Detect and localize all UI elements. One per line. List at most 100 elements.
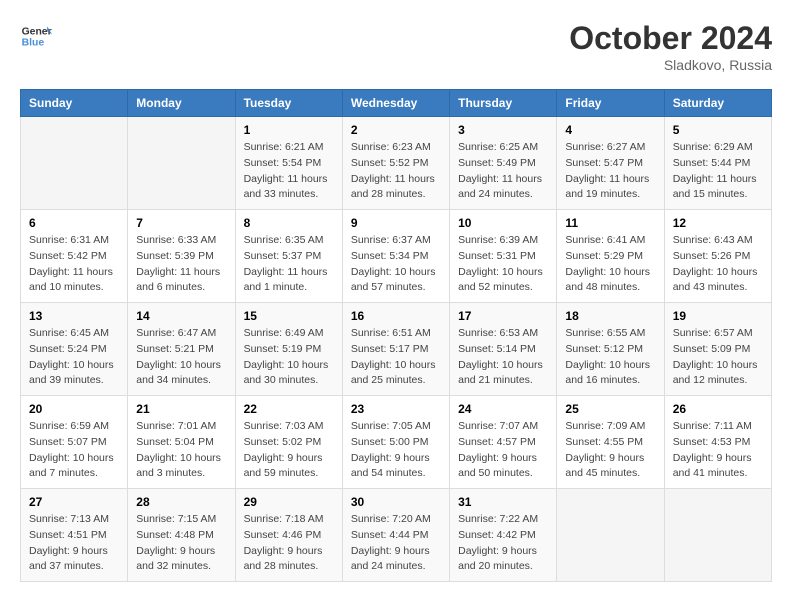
calendar-cell: 14 Sunrise: 6:47 AM Sunset: 5:21 PM Dayli…: [128, 303, 235, 396]
calendar-cell: 3Sunrise: 6:25 AM Sunset: 5:49 PM Daylig…: [450, 117, 557, 210]
day-info: Sunrise: 7:07 AM Sunset: 4:57 PM Dayligh…: [458, 419, 548, 482]
calendar-cell: 5 Sunrise: 6:29 AM Sunset: 5:44 PM Daylig…: [664, 117, 771, 210]
day-number: 9: [351, 216, 441, 230]
calendar-cell: 18 Sunrise: 6:55 AM Sunset: 5:12 PM Dayli…: [557, 303, 664, 396]
header-friday: Friday: [557, 90, 664, 117]
day-number: 20: [29, 402, 119, 416]
calendar-cell: 6 Sunrise: 6:31 AM Sunset: 5:42 PM Daylig…: [21, 210, 128, 303]
day-info: Sunrise: 6:29 AM Sunset: 5:44 PM Dayligh…: [673, 140, 763, 203]
day-info: Sunrise: 7:01 AM Sunset: 5:04 PM Dayligh…: [136, 419, 226, 482]
day-number: 6: [29, 216, 119, 230]
day-number: 1: [244, 123, 334, 137]
calendar-week-4: 20 Sunrise: 6:59 AM Sunset: 5:07 PM Dayli…: [21, 396, 772, 489]
header-saturday: Saturday: [664, 90, 771, 117]
day-info: Sunrise: 7:09 AM Sunset: 4:55 PM Dayligh…: [565, 419, 655, 482]
month-title: October 2024: [569, 20, 772, 57]
day-info: Sunrise: 6:37 AM Sunset: 5:34 PM Dayligh…: [351, 233, 441, 296]
day-info: Sunrise: 6:45 AM Sunset: 5:24 PM Dayligh…: [29, 326, 119, 389]
day-info: Sunrise: 6:43 AM Sunset: 5:26 PM Dayligh…: [673, 233, 763, 296]
svg-text:Blue: Blue: [22, 38, 45, 49]
logo-icon: General Blue: [20, 20, 52, 52]
calendar-cell: 26 Sunrise: 7:11 AM Sunset: 4:53 PM Dayli…: [664, 396, 771, 489]
day-info: Sunrise: 6:51 AM Sunset: 5:17 PM Dayligh…: [351, 326, 441, 389]
day-number: 23: [351, 402, 441, 416]
calendar-cell: 10 Sunrise: 6:39 AM Sunset: 5:31 PM Dayli…: [450, 210, 557, 303]
day-number: 17: [458, 309, 548, 323]
calendar-week-1: 1 Sunrise: 6:21 AM Sunset: 5:54 PM Daylig…: [21, 117, 772, 210]
day-number: 5: [673, 123, 763, 137]
day-number: 25: [565, 402, 655, 416]
calendar-cell: 16 Sunrise: 6:51 AM Sunset: 5:17 PM Dayli…: [342, 303, 449, 396]
day-info: Sunrise: 7:22 AM Sunset: 4:42 PM Dayligh…: [458, 512, 548, 575]
header-row: Sunday Monday Tuesday Wednesday Thursday…: [21, 90, 772, 117]
calendar-cell: [664, 489, 771, 582]
day-number: 29: [244, 495, 334, 509]
calendar-table: Sunday Monday Tuesday Wednesday Thursday…: [20, 89, 772, 582]
header-wednesday: Wednesday: [342, 90, 449, 117]
calendar-cell: 9 Sunrise: 6:37 AM Sunset: 5:34 PM Daylig…: [342, 210, 449, 303]
day-info: Sunrise: 6:27 AM Sunset: 5:47 PM Dayligh…: [565, 140, 655, 203]
calendar-cell: 28 Sunrise: 7:15 AM Sunset: 4:48 PM Dayli…: [128, 489, 235, 582]
header-monday: Monday: [128, 90, 235, 117]
calendar-cell: 4 Sunrise: 6:27 AM Sunset: 5:47 PM Daylig…: [557, 117, 664, 210]
day-number: 4: [565, 123, 655, 137]
day-number: 14: [136, 309, 226, 323]
day-info: Sunrise: 6:55 AM Sunset: 5:12 PM Dayligh…: [565, 326, 655, 389]
day-info: Sunrise: 6:41 AM Sunset: 5:29 PM Dayligh…: [565, 233, 655, 296]
day-number: 12: [673, 216, 763, 230]
calendar-cell: 1 Sunrise: 6:21 AM Sunset: 5:54 PM Daylig…: [235, 117, 342, 210]
day-number: 10: [458, 216, 548, 230]
calendar-week-3: 13Sunrise: 6:45 AM Sunset: 5:24 PM Dayli…: [21, 303, 772, 396]
day-info: Sunrise: 7:20 AM Sunset: 4:44 PM Dayligh…: [351, 512, 441, 575]
location-subtitle: Sladkovo, Russia: [569, 57, 772, 73]
day-info: Sunrise: 7:11 AM Sunset: 4:53 PM Dayligh…: [673, 419, 763, 482]
day-info: Sunrise: 6:53 AM Sunset: 5:14 PM Dayligh…: [458, 326, 548, 389]
calendar-cell: 27 Sunrise: 7:13 AM Sunset: 4:51 PM Dayli…: [21, 489, 128, 582]
calendar-cell: 15Sunrise: 6:49 AM Sunset: 5:19 PM Dayli…: [235, 303, 342, 396]
day-number: 31: [458, 495, 548, 509]
calendar-cell: 12 Sunrise: 6:43 AM Sunset: 5:26 PM Dayli…: [664, 210, 771, 303]
calendar-cell: [128, 117, 235, 210]
calendar-cell: 22 Sunrise: 7:03 AM Sunset: 5:02 PM Dayli…: [235, 396, 342, 489]
day-info: Sunrise: 6:31 AM Sunset: 5:42 PM Dayligh…: [29, 233, 119, 296]
day-number: 26: [673, 402, 763, 416]
calendar-cell: 17 Sunrise: 6:53 AM Sunset: 5:14 PM Dayli…: [450, 303, 557, 396]
calendar-week-5: 27 Sunrise: 7:13 AM Sunset: 4:51 PM Dayli…: [21, 489, 772, 582]
day-info: Sunrise: 7:03 AM Sunset: 5:02 PM Dayligh…: [244, 419, 334, 482]
day-number: 19: [673, 309, 763, 323]
day-number: 8: [244, 216, 334, 230]
calendar-cell: 24 Sunrise: 7:07 AM Sunset: 4:57 PM Dayli…: [450, 396, 557, 489]
day-number: 21: [136, 402, 226, 416]
day-info: Sunrise: 6:47 AM Sunset: 5:21 PM Dayligh…: [136, 326, 226, 389]
day-number: 24: [458, 402, 548, 416]
calendar-cell: 11Sunrise: 6:41 AM Sunset: 5:29 PM Dayli…: [557, 210, 664, 303]
day-info: Sunrise: 7:15 AM Sunset: 4:48 PM Dayligh…: [136, 512, 226, 575]
header: General Blue October 2024 Sladkovo, Russ…: [20, 20, 772, 73]
day-info: Sunrise: 6:59 AM Sunset: 5:07 PM Dayligh…: [29, 419, 119, 482]
calendar-cell: 13Sunrise: 6:45 AM Sunset: 5:24 PM Dayli…: [21, 303, 128, 396]
day-info: Sunrise: 6:35 AM Sunset: 5:37 PM Dayligh…: [244, 233, 334, 296]
logo: General Blue: [20, 20, 52, 52]
day-info: Sunrise: 6:21 AM Sunset: 5:54 PM Dayligh…: [244, 140, 334, 203]
day-number: 28: [136, 495, 226, 509]
day-number: 18: [565, 309, 655, 323]
day-number: 27: [29, 495, 119, 509]
day-number: 22: [244, 402, 334, 416]
day-number: 16: [351, 309, 441, 323]
calendar-cell: 21 Sunrise: 7:01 AM Sunset: 5:04 PM Dayli…: [128, 396, 235, 489]
day-info: Sunrise: 6:57 AM Sunset: 5:09 PM Dayligh…: [673, 326, 763, 389]
calendar-cell: 2Sunrise: 6:23 AM Sunset: 5:52 PM Daylig…: [342, 117, 449, 210]
day-info: Sunrise: 6:25 AM Sunset: 5:49 PM Dayligh…: [458, 140, 548, 203]
calendar-cell: [557, 489, 664, 582]
day-number: 30: [351, 495, 441, 509]
calendar-cell: 31 Sunrise: 7:22 AM Sunset: 4:42 PM Dayli…: [450, 489, 557, 582]
day-info: Sunrise: 7:05 AM Sunset: 5:00 PM Dayligh…: [351, 419, 441, 482]
header-thursday: Thursday: [450, 90, 557, 117]
day-info: Sunrise: 6:39 AM Sunset: 5:31 PM Dayligh…: [458, 233, 548, 296]
calendar-cell: 25 Sunrise: 7:09 AM Sunset: 4:55 PM Dayli…: [557, 396, 664, 489]
calendar-cell: 23 Sunrise: 7:05 AM Sunset: 5:00 PM Dayli…: [342, 396, 449, 489]
header-sunday: Sunday: [21, 90, 128, 117]
day-info: Sunrise: 6:33 AM Sunset: 5:39 PM Dayligh…: [136, 233, 226, 296]
day-info: Sunrise: 7:13 AM Sunset: 4:51 PM Dayligh…: [29, 512, 119, 575]
day-number: 7: [136, 216, 226, 230]
